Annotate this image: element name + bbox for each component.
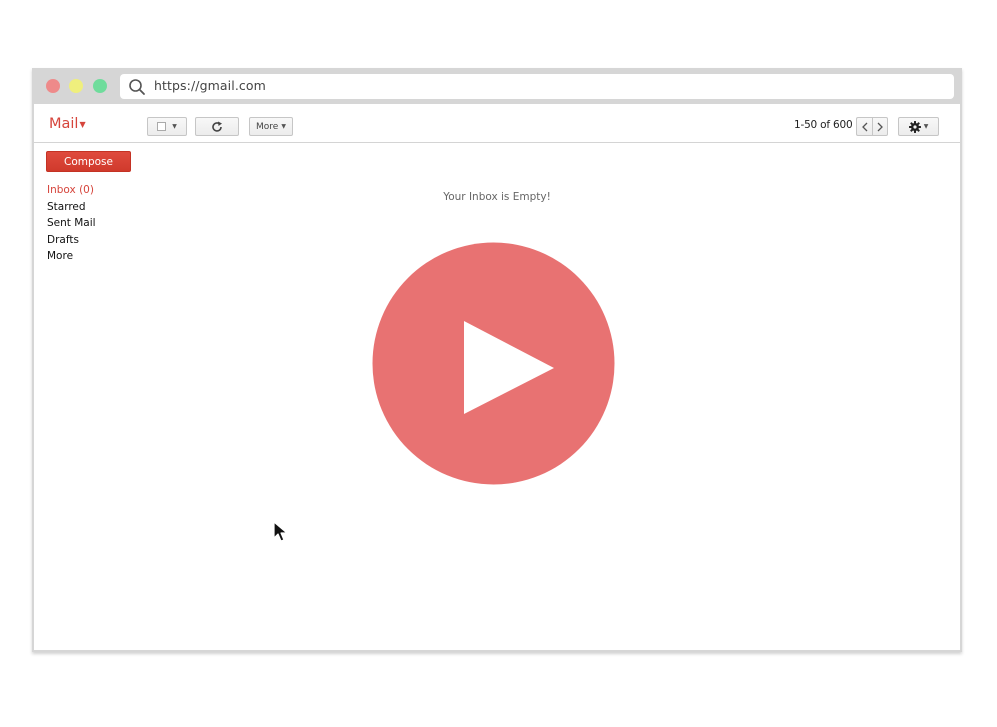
select-dropdown-button[interactable]: ▼: [147, 117, 187, 136]
mail-label: Mail: [49, 116, 79, 132]
maximize-window-button[interactable]: [93, 79, 107, 93]
more-actions-button[interactable]: More ▼: [249, 117, 293, 136]
pagination-count: 1-50 of 600: [794, 119, 853, 131]
chevron-right-icon: [877, 122, 883, 131]
mouse-cursor-icon: [273, 521, 288, 542]
sidebar-item-sent-mail[interactable]: Sent Mail: [47, 215, 96, 232]
chevron-down-icon: ▼: [79, 119, 86, 129]
checkbox-icon: [157, 122, 167, 131]
play-button[interactable]: [372, 242, 615, 485]
url-text[interactable]: https://gmail.com: [154, 78, 266, 93]
mail-toolbar: Mail▼ ▼ More ▼ 1-50 of 600 ▼: [34, 104, 960, 143]
chevron-left-icon: [861, 122, 867, 131]
close-window-button[interactable]: [46, 79, 60, 93]
mail-menu[interactable]: Mail▼: [49, 116, 86, 132]
browser-chrome: https://gmail.com: [32, 68, 962, 104]
chevron-down-icon: ▼: [281, 123, 286, 130]
search-icon: [129, 79, 145, 95]
chevron-down-icon: ▼: [172, 123, 177, 130]
sidebar-item-more[interactable]: More: [47, 248, 96, 265]
settings-button[interactable]: ▼: [898, 117, 939, 136]
sidebar-item-drafts[interactable]: Drafts: [47, 232, 96, 249]
browser-window: https://gmail.com Mail▼ ▼ More ▼ 1-50 of …: [32, 68, 962, 652]
gear-icon: [908, 120, 921, 133]
address-bar[interactable]: https://gmail.com: [120, 74, 954, 99]
minimize-window-button[interactable]: [69, 79, 83, 93]
more-actions-label: More: [256, 121, 279, 132]
compose-button[interactable]: Compose: [46, 151, 131, 172]
previous-page-button[interactable]: [856, 117, 872, 136]
refresh-icon: [212, 121, 222, 132]
refresh-button[interactable]: [195, 117, 239, 136]
next-page-button[interactable]: [872, 117, 888, 136]
chevron-down-icon: ▼: [923, 123, 929, 130]
empty-inbox-message: Your Inbox is Empty!: [443, 191, 551, 203]
